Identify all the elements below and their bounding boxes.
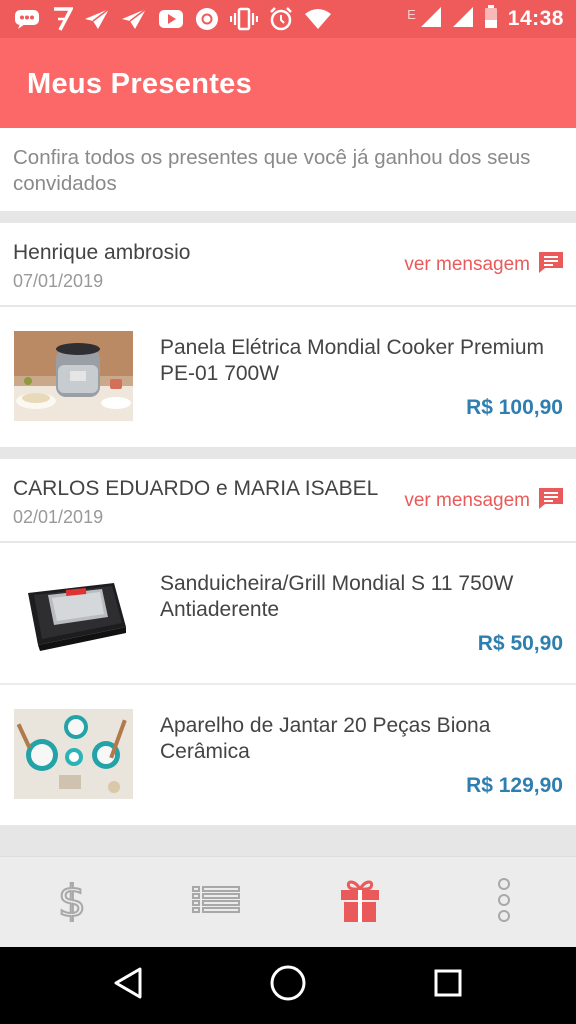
seven-icon	[51, 6, 73, 32]
app-bar: Meus Presentes	[0, 38, 576, 128]
dinner-set-photo	[14, 709, 133, 799]
home-button[interactable]	[238, 947, 338, 1024]
gift-price: R$ 100,90	[466, 396, 563, 419]
gift-price: R$ 50,90	[477, 632, 563, 655]
gift-item[interactable]: Sanduicheira/Grill Mondial S 11 750W Ant…	[0, 543, 576, 685]
page-title: Meus Presentes	[27, 68, 253, 100]
view-message-link[interactable]: ver mensagem	[404, 486, 564, 515]
nav-more[interactable]	[432, 857, 576, 948]
view-message-label: ver mensagem	[404, 489, 530, 511]
view-message-label: ver mensagem	[404, 253, 530, 275]
gift-price: R$ 129,90	[466, 774, 563, 797]
nav-list[interactable]	[144, 857, 288, 948]
gift-item[interactable]: Aparelho de Jantar 20 Peças Biona Cerâmi…	[0, 685, 576, 825]
chrome-icon	[195, 7, 219, 31]
gift-date: 02/01/2019	[13, 507, 104, 527]
gift-name: Sanduicheira/Grill Mondial S 11 750W Ant…	[160, 572, 514, 621]
nav-finance[interactable]: $	[0, 857, 144, 948]
signal-icon	[420, 6, 442, 33]
send-icon	[84, 8, 110, 30]
divider	[0, 211, 576, 223]
recents-button[interactable]	[398, 947, 498, 1024]
intro-text: Confira todos os presentes que você já g…	[0, 128, 576, 211]
signal-icon	[452, 6, 474, 33]
gift-name: Aparelho de Jantar 20 Peças Biona Cerâmi…	[160, 714, 491, 763]
list-icon	[192, 885, 240, 920]
vibrate-icon	[230, 7, 258, 31]
sender-header: CARLOS EDUARDO e MARIA ISABEL 02/01/2019…	[0, 459, 576, 543]
bottom-navigation: $	[0, 856, 576, 948]
alarm-icon	[269, 7, 293, 31]
recents-icon	[434, 969, 462, 1002]
wifi-icon	[304, 8, 332, 30]
sandwich-maker-photo	[14, 567, 133, 657]
back-icon	[113, 967, 143, 1004]
send-icon	[121, 8, 147, 30]
svg-text:$: $	[58, 878, 86, 922]
status-time: 14:38	[507, 7, 564, 30]
message-icon	[14, 8, 40, 30]
gift-name: Panela Elétrica Mondial Cooker Premium P…	[160, 336, 544, 385]
sender-name: Henrique ambrosio	[13, 241, 191, 264]
back-button[interactable]	[78, 947, 178, 1024]
youtube-icon	[158, 9, 184, 29]
dollar-icon: $	[55, 875, 89, 928]
gift-icon	[340, 877, 380, 928]
gift-group: CARLOS EDUARDO e MARIA ISABEL 02/01/2019…	[0, 459, 576, 825]
gift-group: Henrique ambrosio 07/01/2019 ver mensage…	[0, 223, 576, 447]
view-message-link[interactable]: ver mensagem	[404, 250, 564, 279]
more-vertical-icon	[496, 877, 512, 928]
network-type-label: E	[407, 6, 416, 22]
battery-icon	[484, 4, 498, 34]
gift-item[interactable]: Panela Elétrica Mondial Cooker Premium P…	[0, 307, 576, 447]
gift-date: 07/01/2019	[13, 271, 104, 291]
system-navigation-bar	[0, 947, 576, 1024]
home-icon	[269, 964, 307, 1007]
sender-name: CARLOS EDUARDO e MARIA ISABEL	[13, 477, 379, 500]
divider	[0, 447, 576, 459]
rice-cooker-photo	[14, 331, 133, 421]
nav-gifts[interactable]	[288, 857, 432, 948]
message-icon	[538, 250, 564, 279]
sender-header: Henrique ambrosio 07/01/2019 ver mensage…	[0, 223, 576, 307]
status-bar: E 14:38	[0, 0, 576, 38]
message-icon	[538, 486, 564, 515]
gift-list[interactable]: Confira todos os presentes que você já g…	[0, 128, 576, 856]
